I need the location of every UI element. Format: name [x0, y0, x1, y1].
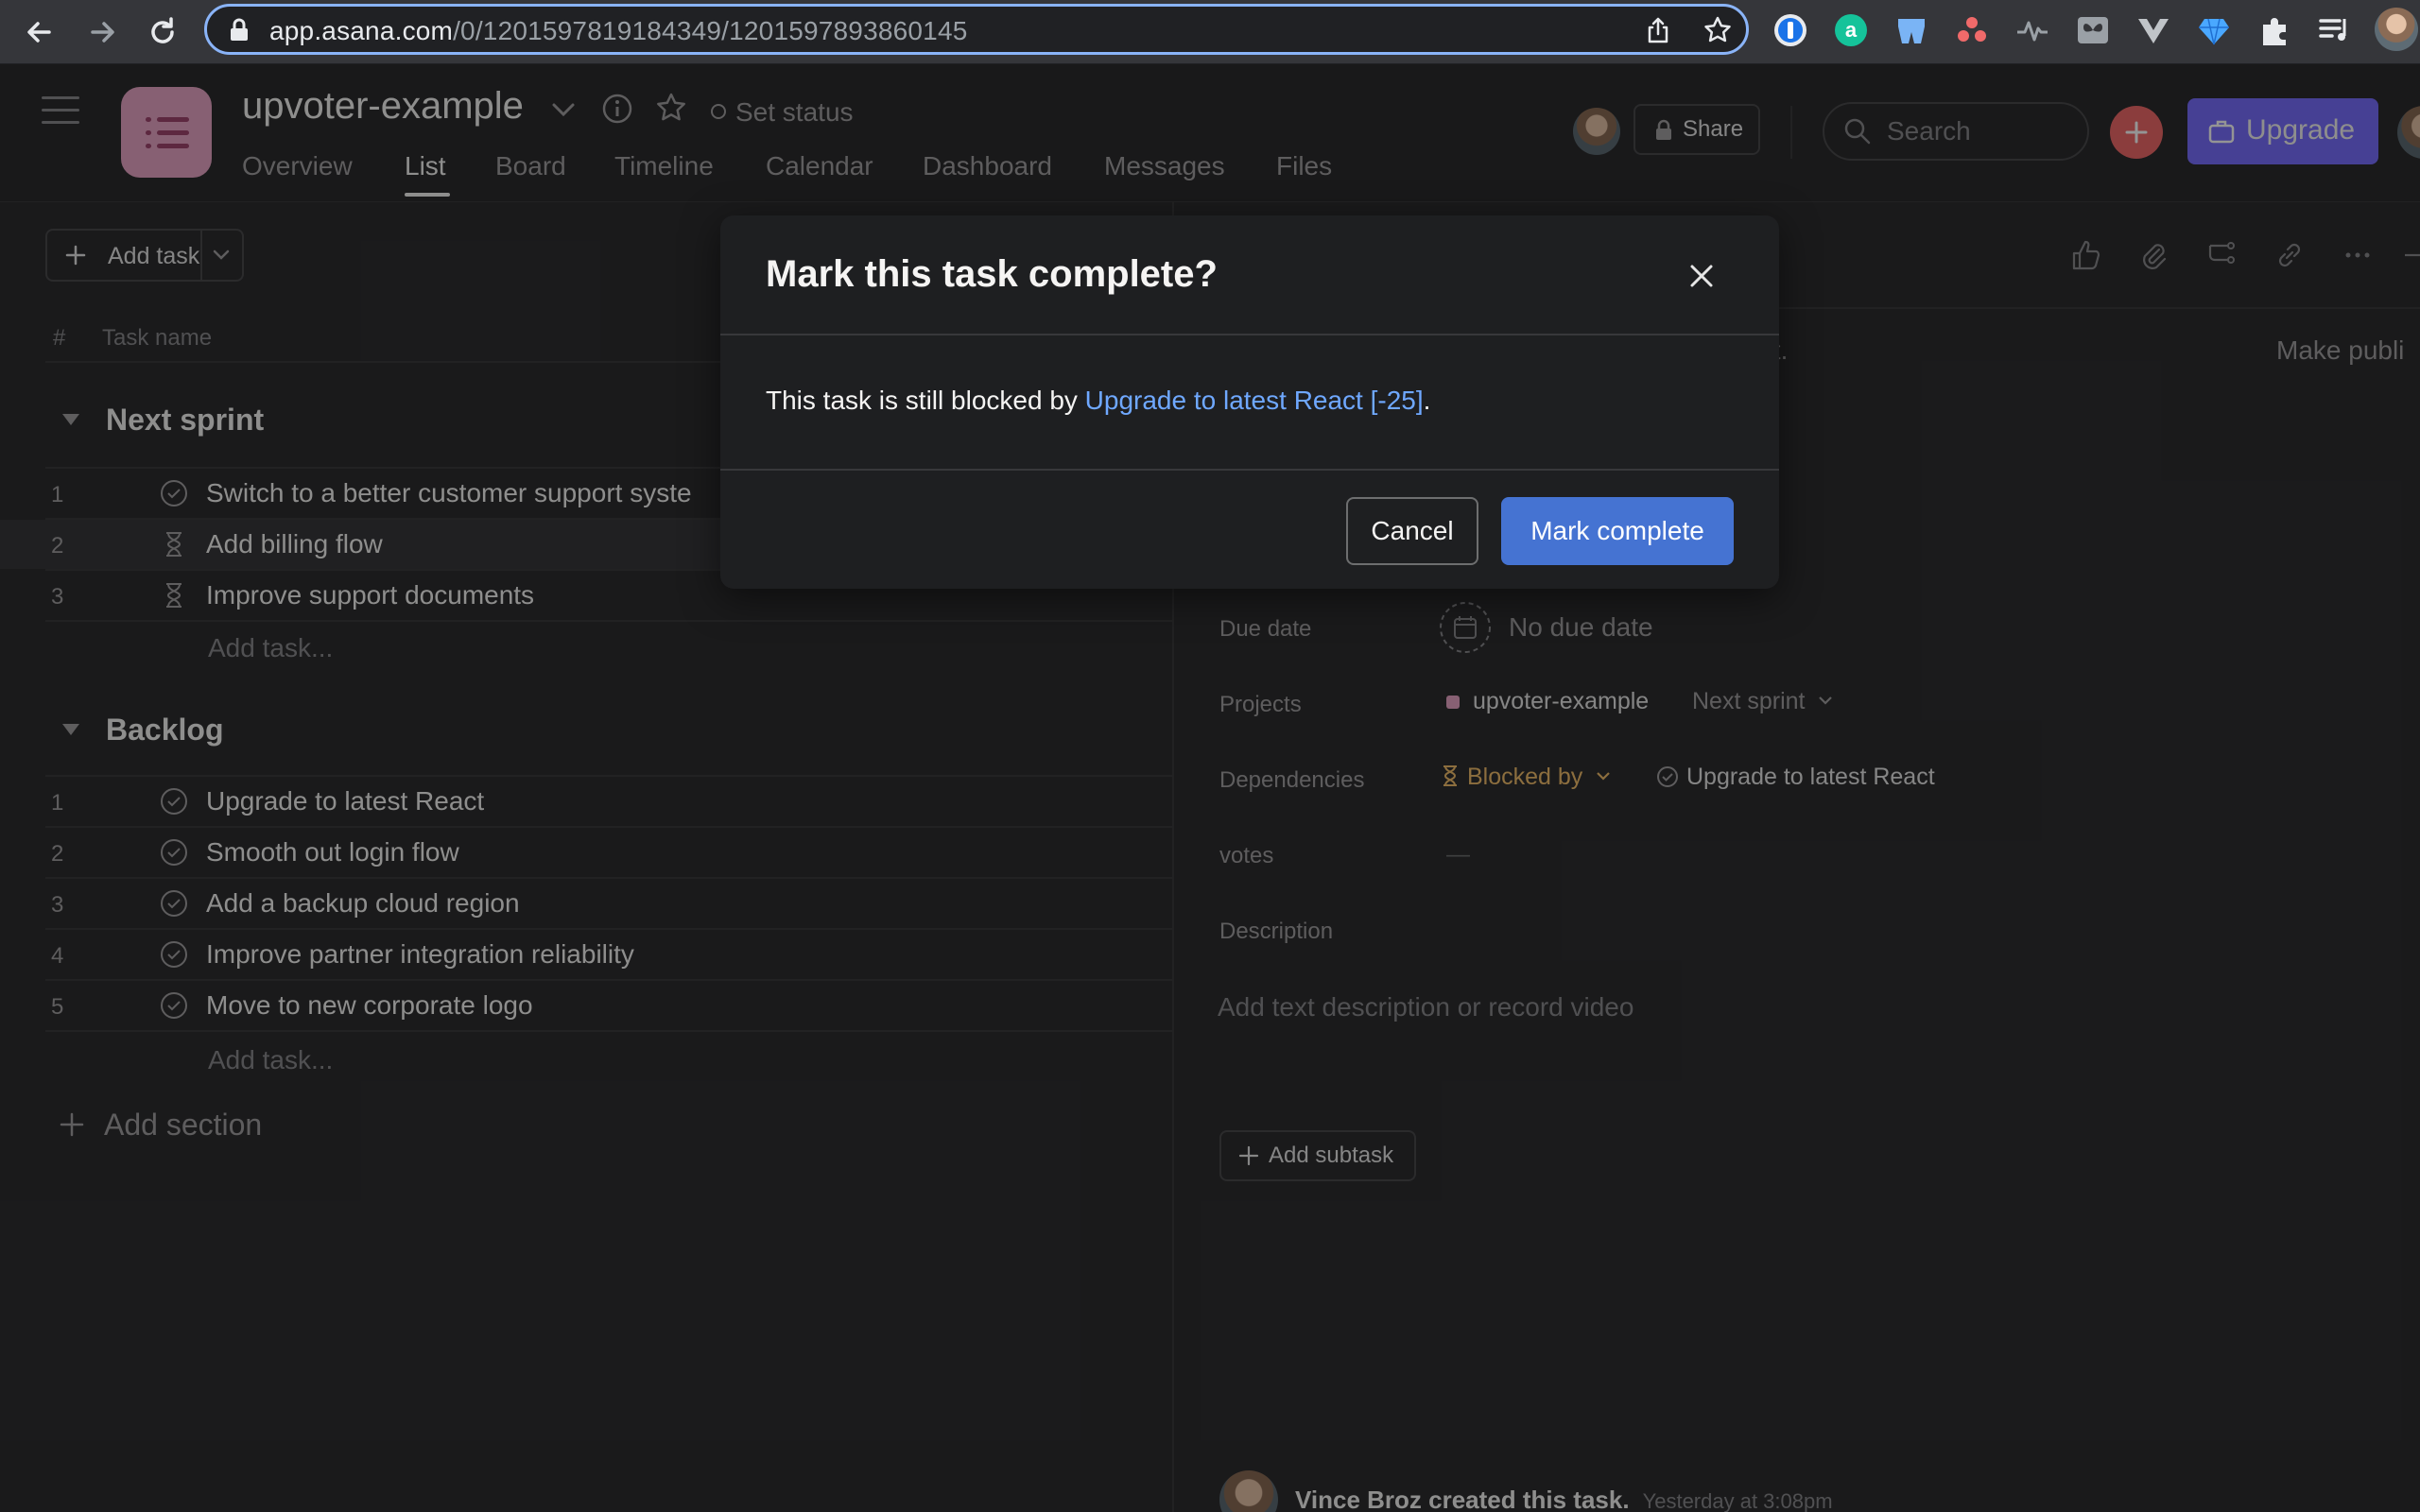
- share-page-icon[interactable]: [1644, 16, 1672, 44]
- reload-icon[interactable]: [144, 13, 182, 51]
- asana-extension-icon[interactable]: [1953, 11, 1991, 49]
- dialog-message: This task is still blocked by Upgrade to…: [766, 386, 1431, 415]
- browser-profile-avatar[interactable]: [2375, 8, 2418, 51]
- media-controls-icon[interactable]: [2316, 11, 2354, 49]
- lock-icon: [231, 18, 248, 41]
- svg-text:a: a: [1845, 18, 1858, 42]
- dialog-divider: [720, 469, 1779, 471]
- back-arrow-icon[interactable]: [21, 13, 59, 51]
- butterfly-extension-icon[interactable]: [2074, 11, 2112, 49]
- blocking-task-link[interactable]: Upgrade to latest React [-25]: [1085, 386, 1424, 415]
- close-icon[interactable]: [1683, 257, 1720, 295]
- url-text: app.asana.com/0/1201597819184349/1201597…: [269, 16, 968, 45]
- cancel-button[interactable]: Cancel: [1346, 497, 1478, 565]
- password-manager-extension-icon[interactable]: [1772, 11, 1809, 49]
- mark-complete-button[interactable]: Mark complete: [1501, 497, 1734, 565]
- gem-extension-icon[interactable]: [2195, 11, 2233, 49]
- vue-devtools-extension-icon[interactable]: [2135, 11, 2172, 49]
- dialog-title: Mark this task complete?: [766, 253, 1218, 295]
- address-bar[interactable]: app.asana.com/0/1201597819184349/1201597…: [204, 4, 1749, 55]
- extensions-puzzle-icon[interactable]: [2256, 11, 2293, 49]
- forward-arrow-icon[interactable]: [83, 13, 121, 51]
- activity-extension-icon[interactable]: [2014, 11, 2051, 49]
- mark-complete-dialog: Mark this task complete? This task is st…: [720, 215, 1779, 589]
- shorts-extension-icon[interactable]: [1893, 11, 1930, 49]
- dialog-divider: [720, 334, 1779, 335]
- browser-toolbar: app.asana.com/0/1201597819184349/1201597…: [0, 0, 2420, 64]
- grammar-extension-icon[interactable]: a: [1832, 11, 1870, 49]
- bookmark-star-icon[interactable]: [1703, 15, 1733, 45]
